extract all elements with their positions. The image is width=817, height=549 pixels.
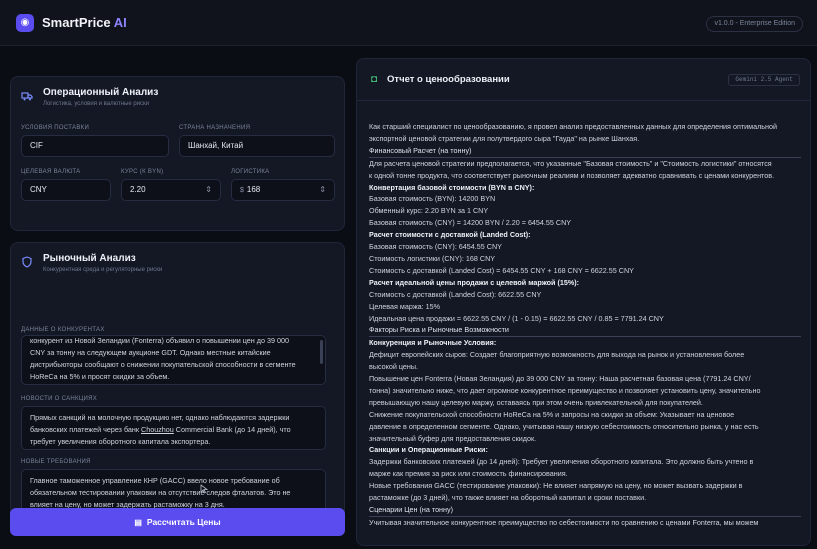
report-subheading: Конкуренция и Рыночные Условия: bbox=[369, 338, 497, 348]
shield-icon bbox=[21, 256, 35, 270]
text-line: HoReCa на 5% и просят скидки за объем. bbox=[30, 372, 170, 381]
destination-country-label: СТРАНА НАЗНАЧЕНИЯ bbox=[179, 125, 251, 131]
scrollbar[interactable] bbox=[320, 340, 323, 364]
report-line: превышающую нашу целевую маржу, оставаяс… bbox=[369, 397, 703, 407]
logistics-label: ЛОГИСТИКА bbox=[231, 169, 270, 175]
report-line: Целевая маржа: 15% bbox=[369, 301, 441, 311]
text-line: дистрибьюторы сообщают о снижении покупа… bbox=[30, 360, 296, 369]
pricing-report-panel: ◘ Отчет о ценообразовании Gemini 2.5 Age… bbox=[356, 58, 811, 546]
report-line: марже как премия за риск или стоимость ф… bbox=[369, 469, 568, 479]
text-line: обязательном тестировании упаковки на от… bbox=[30, 488, 291, 497]
report-line: Новые требования GACC (тестирование упак… bbox=[369, 481, 743, 491]
text-line: CNY за тонну на следующем аукционе GDT. … bbox=[30, 348, 271, 357]
report-section-heading: Факторы Риска и Рыночные Возможности bbox=[369, 324, 801, 338]
report-line: тонна) значительно ниже, что дает огромн… bbox=[369, 385, 761, 395]
competitor-data-textarea[interactable]: конкурент из Новой Зеландии (Fonterra) о… bbox=[21, 335, 326, 385]
left-panel: Операционный Анализ Логистика, условия и… bbox=[10, 56, 345, 546]
report-subheading: Санкции и Операционные Риски: bbox=[369, 445, 488, 455]
report-line: Снижение покупательской способности HoRe… bbox=[369, 409, 735, 419]
report-line: Базовая стоимость (CNY) = 14200 BYN / 2.… bbox=[369, 218, 572, 228]
app-logo-icon: ◉ bbox=[16, 13, 34, 32]
report-line: Стоимость логистики (CNY): 168 CNY bbox=[369, 253, 496, 263]
report-line: значительный буфер для предоставления ск… bbox=[369, 433, 537, 443]
truck-icon bbox=[21, 90, 35, 104]
logistics-input[interactable]: $168 ⇕ bbox=[231, 179, 335, 201]
text-line: Главное таможенное управление КНР (GACC)… bbox=[30, 476, 280, 485]
stepper-icon[interactable]: ⇕ bbox=[319, 180, 326, 200]
report-line: Базовая стоимость (CNY): 6454.55 CNY bbox=[369, 242, 502, 252]
report-line: Базовая стоимость (BYN): 14200 BYN bbox=[369, 194, 496, 204]
delivery-terms-input[interactable]: CIF bbox=[21, 135, 169, 157]
competitor-data-label: ДАННЫЕ О КОНКУРЕНТАХ bbox=[21, 327, 105, 333]
target-currency-label: ЦЕЛЕВАЯ ВАЛЮТА bbox=[21, 169, 81, 175]
report-line: Повышение цен Fonterra (Новая Зеландия) … bbox=[369, 374, 751, 384]
calculator-icon: ▤ bbox=[134, 517, 142, 527]
report-intro: Как старший специалист по ценообразовани… bbox=[369, 122, 778, 143]
calculate-prices-button[interactable]: ▤ Рассчитать Цены bbox=[10, 508, 345, 536]
stepper-icon[interactable]: ⇕ bbox=[205, 180, 212, 200]
text-line: требует увеличения оборотного капитала э… bbox=[30, 437, 211, 446]
report-title: Отчет о ценообразовании bbox=[387, 74, 510, 85]
report-subheading: Конвертация базовой стоимости (BYN в CNY… bbox=[369, 182, 535, 192]
report-line: давление в определенном сегменте. Однако… bbox=[369, 421, 759, 431]
report-line: к одной тонне продукта, что соответствуе… bbox=[369, 170, 775, 180]
report-icon: ◘ bbox=[371, 74, 378, 85]
delivery-terms-label: УСЛОВИЯ ПОСТАВКИ bbox=[21, 125, 90, 131]
report-line: Дефицит европейских сыров: Создает благо… bbox=[369, 350, 745, 360]
text-line: банковских платежей через банк Chouzhou … bbox=[30, 425, 291, 434]
sanctions-news-label: НОВОСТИ О САНКЦИЯХ bbox=[21, 396, 98, 402]
button-label: Рассчитать Цены bbox=[146, 517, 221, 527]
report-line: растаможке (до 3 дней), что также влияет… bbox=[369, 493, 647, 503]
report-line: Идеальная цена продажи = 6622.55 CNY / (… bbox=[369, 313, 664, 323]
report-header: ◘ Отчет о ценообразовании Gemini 2.5 Age… bbox=[357, 59, 810, 101]
exchange-rate-label: КУРС (К BYN) bbox=[121, 169, 164, 175]
card-title: Рыночный Анализ bbox=[43, 253, 136, 264]
report-subheading: Расчет стоимости с доставкой (Landed Cos… bbox=[369, 230, 531, 240]
report-section-heading: Финансовый Расчет (на тонну) bbox=[369, 145, 801, 158]
report-line: Стоимость с доставкой (Landed Cost): 662… bbox=[369, 289, 542, 299]
report-line: Обменный курс: 2.20 BYN за 1 CNY bbox=[369, 206, 489, 216]
model-badge: Gemini 2.5 Agent bbox=[728, 74, 800, 86]
card-subtitle: Конкурентная среда и регуляторные риски bbox=[43, 267, 163, 273]
report-body: Как старший специалист по ценообразовани… bbox=[369, 121, 801, 529]
top-bar: ◉ SmartPrice AI v1.0.0 - Enterprise Edit… bbox=[0, 0, 817, 46]
text-line: конкурент из Новой Зеландии (Fonterra) о… bbox=[30, 336, 289, 345]
card-subtitle: Логистика, условия и валютные риски bbox=[43, 101, 150, 107]
sanctions-news-textarea[interactable]: Прямых санкций на молочную продукцию нет… bbox=[21, 406, 326, 450]
new-requirements-label: НОВЫЕ ТРЕБОВАНИЯ bbox=[21, 459, 91, 465]
app-title: SmartPrice AI bbox=[42, 15, 127, 30]
target-currency-input[interactable]: CNY bbox=[21, 179, 111, 201]
report-section-heading: Сценарии Цен (на тонну) bbox=[369, 504, 801, 517]
market-analysis-card: Рыночный Анализ Конкурентная среда и рег… bbox=[10, 242, 345, 527]
dollar-icon: $ bbox=[240, 186, 244, 194]
report-subheading: Расчет идеальной цены продажи с целевой … bbox=[369, 277, 580, 287]
mouse-cursor-icon bbox=[200, 481, 209, 494]
report-line: высокой цены. bbox=[369, 362, 419, 372]
exchange-rate-input[interactable]: 2.20 ⇕ bbox=[121, 179, 221, 201]
operational-analysis-card: Операционный Анализ Логистика, условия и… bbox=[10, 76, 345, 231]
report-line: Учитывая значительное конкурентное преим… bbox=[369, 517, 759, 527]
report-line: Для расчета ценовой стратегии предполага… bbox=[369, 158, 772, 168]
version-badge: v1.0.0 - Enterprise Edition bbox=[706, 16, 803, 32]
text-line: Прямых санкций на молочную продукцию нет… bbox=[30, 413, 290, 422]
card-title: Операционный Анализ bbox=[43, 87, 159, 98]
destination-country-input[interactable]: Шанхай, Китай bbox=[179, 135, 335, 157]
report-line: Задержки банковских платежей (до 14 дней… bbox=[369, 457, 754, 467]
report-line: Стоимость с доставкой (Landed Cost) = 64… bbox=[369, 265, 634, 275]
